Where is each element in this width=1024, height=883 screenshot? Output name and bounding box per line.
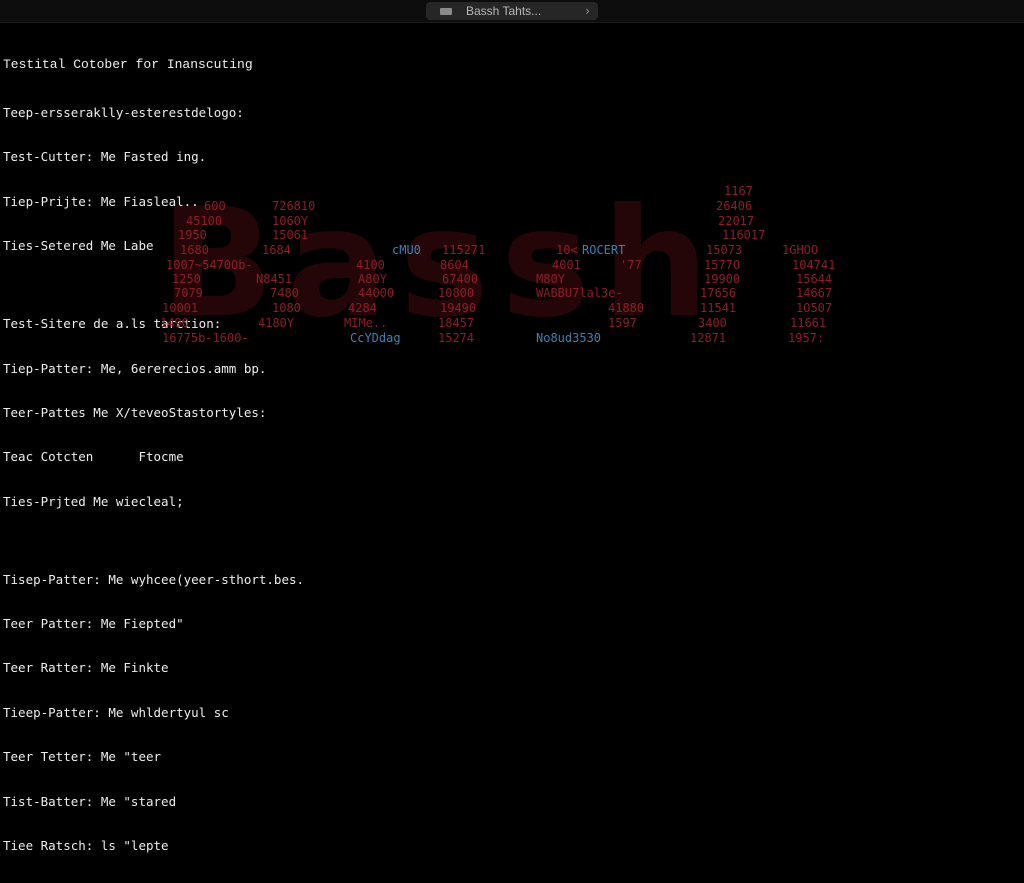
scattered-value: cMU0 bbox=[392, 243, 421, 257]
scattered-value: 15073 bbox=[706, 243, 743, 257]
output-line: Teac Cotcten Ftocme bbox=[3, 449, 184, 465]
output-line: Teer Tetter: Me "teer bbox=[3, 749, 162, 765]
scattered-value: 17656 bbox=[700, 286, 737, 300]
scattered-value: 1597 bbox=[608, 316, 637, 330]
output-line: Tiep-Patter: Me, 6ererecios.amm bp. bbox=[3, 360, 267, 376]
scattered-output: 1167 600 726810 26406 45100 1060Y 22017 … bbox=[0, 22, 1024, 352]
scattered-value: N8451 bbox=[256, 272, 293, 286]
output-line: Tieep-Patter: Me whldertyul sc bbox=[3, 704, 229, 720]
scattered-value: 15274 bbox=[438, 331, 475, 345]
scattered-value: 1950 bbox=[178, 228, 207, 242]
scattered-value: 7079 bbox=[174, 286, 203, 300]
scattered-value: 104741 bbox=[792, 258, 836, 272]
tab-title: Bassh Tahts... bbox=[466, 4, 542, 18]
scattered-value: 19900 bbox=[704, 272, 741, 286]
output-gap bbox=[3, 539, 304, 543]
output-line: Teer Patter: Me Fiepted" bbox=[3, 616, 184, 632]
scattered-value: 12871 bbox=[690, 331, 727, 345]
scattered-value: 4180Y bbox=[258, 316, 295, 330]
scattered-value: 10800 bbox=[438, 286, 475, 300]
scattered-value: 22017 bbox=[718, 214, 755, 228]
scattered-value: MIMe.. bbox=[344, 316, 388, 330]
scattered-value: 67400 bbox=[442, 272, 479, 286]
scattered-value: 4284 bbox=[348, 301, 377, 315]
scattered-value: 116017 bbox=[722, 228, 766, 242]
scattered-value: 1080 bbox=[272, 301, 301, 315]
scattered-value: 7480 bbox=[270, 286, 299, 300]
scattered-value: ROCERT bbox=[582, 243, 626, 257]
scattered-value: '77 bbox=[620, 258, 642, 272]
scattered-value: 8604 bbox=[440, 258, 469, 272]
scattered-value: 4100 bbox=[356, 258, 385, 272]
scattered-value: A80Y bbox=[358, 272, 387, 286]
scattered-value: 726810 bbox=[272, 199, 316, 213]
scattered-value: 1060Y bbox=[272, 214, 309, 228]
scattered-value: 1684 bbox=[262, 243, 291, 257]
scattered-value: 1957: bbox=[788, 331, 825, 345]
scattered-value: 41880 bbox=[608, 301, 645, 315]
scattered-value: 3400 bbox=[698, 316, 727, 330]
scattered-value: 15061 bbox=[272, 228, 309, 242]
output-line: Ties-Prjted Me wiecleal; bbox=[3, 493, 184, 509]
scattered-value: 1577O bbox=[704, 258, 741, 272]
scattered-value: No8ud3530 bbox=[536, 331, 602, 345]
scattered-value: 16775b-1600- bbox=[162, 331, 249, 345]
output-line: Tiee Ratsch: ls "lepte bbox=[3, 838, 169, 854]
scattered-value: 1680 bbox=[180, 243, 209, 257]
scattered-value: WABBU7lal3e- bbox=[536, 286, 623, 300]
scattered-value: 44000 bbox=[358, 286, 395, 300]
scattered-value: 1167 bbox=[724, 184, 753, 198]
scattered-value: CcYDdag bbox=[350, 331, 401, 345]
scattered-value: 11541 bbox=[700, 301, 737, 315]
scattered-value: M80Y bbox=[536, 272, 565, 286]
scattered-value: 26406 bbox=[716, 199, 753, 213]
scattered-value: 18457 bbox=[438, 316, 475, 330]
scattered-value: 1007~5470Ob- bbox=[166, 258, 253, 272]
scattered-value: 1GHOO bbox=[782, 243, 819, 257]
scattered-value: 1490 bbox=[160, 316, 189, 330]
scattered-value: 4001 bbox=[552, 258, 581, 272]
scattered-value: 10001 bbox=[162, 301, 199, 315]
output-line: Teer Ratter: Me Finkte bbox=[3, 660, 169, 676]
output-line: Teer-Pattes Me X/teveoStastortyles: bbox=[3, 404, 267, 420]
tab-terminal[interactable]: Bassh Tahts... › bbox=[426, 2, 598, 20]
scattered-value: 115271 bbox=[442, 243, 486, 257]
scattered-value: 1250 bbox=[172, 272, 201, 286]
scattered-value: 14667 bbox=[796, 286, 833, 300]
terminal-icon bbox=[440, 7, 452, 15]
scattered-value: 1O507 bbox=[796, 301, 833, 315]
scattered-value: 10< bbox=[556, 243, 578, 257]
output-line: Tisep-Patter: Me wyhcee(yeer-sthort.bes. bbox=[3, 571, 305, 587]
scattered-value: 19490 bbox=[440, 301, 477, 315]
scattered-value: 45100 bbox=[186, 214, 223, 228]
scattered-value: 15644 bbox=[796, 272, 833, 286]
output-line: Tist-Batter: Me "stared bbox=[3, 793, 177, 809]
window-titlebar: Bassh Tahts... › bbox=[0, 0, 1024, 23]
scattered-value: 600 bbox=[204, 199, 226, 213]
scattered-value: 11661 bbox=[790, 316, 827, 330]
chevron-right-icon[interactable]: › bbox=[585, 4, 590, 18]
